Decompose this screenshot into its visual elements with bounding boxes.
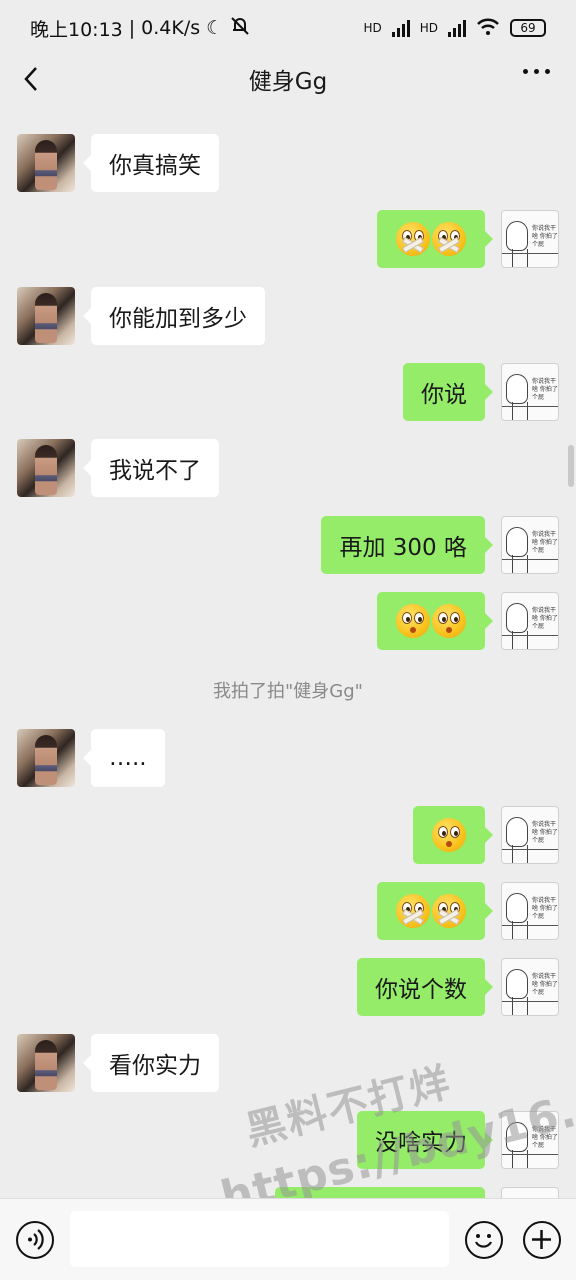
message-bubble[interactable]: 你能加到多少 bbox=[83, 287, 265, 345]
taped-mouth-emoji bbox=[432, 222, 466, 256]
smile-icon bbox=[474, 1234, 493, 1248]
chevron-left-icon bbox=[24, 67, 37, 91]
message-row: 你说我干啥 你拍了个屁 你说 bbox=[0, 363, 576, 423]
system-message: 我拍了拍"健身Gg" bbox=[213, 681, 363, 702]
message-bubble[interactable]: 没啥实力 bbox=[357, 1111, 493, 1169]
signal-icon-2 bbox=[448, 19, 466, 37]
message-bubble[interactable] bbox=[377, 210, 493, 268]
message-row: 你说我干啥 你拍了个屁 再加 300 咯 bbox=[0, 516, 576, 576]
plus-icon bbox=[532, 1230, 551, 1249]
signal-icon-1 bbox=[391, 19, 410, 37]
message-row: 你能加到多少 bbox=[0, 287, 576, 347]
message-row: 看你实力 bbox=[0, 1034, 576, 1094]
message-row: 你真搞笑 bbox=[0, 134, 576, 194]
self-avatar[interactable]: 你说我干啥 你拍了个屁 bbox=[501, 1111, 559, 1169]
contact-avatar[interactable] bbox=[17, 134, 75, 192]
self-avatar[interactable] bbox=[501, 1187, 559, 1198]
message-row: 你说我干啥 你拍了个屁 bbox=[0, 882, 576, 942]
taped-mouth-emoji bbox=[432, 894, 466, 928]
message-bubble[interactable]: ….. bbox=[83, 729, 165, 787]
message-row: 你说我干啥 你拍了个屁 你说个数 bbox=[0, 958, 576, 1018]
message-bubble-partial[interactable] bbox=[275, 1187, 485, 1198]
chat-title: 健身Gg bbox=[248, 69, 328, 95]
message-bubble[interactable] bbox=[377, 592, 493, 650]
moon-icon: ☾ bbox=[206, 17, 224, 39]
wifi-icon bbox=[476, 18, 500, 39]
message-bubble[interactable]: 你说个数 bbox=[357, 958, 493, 1016]
mute-icon bbox=[229, 16, 251, 41]
message-bubble[interactable]: 你说 bbox=[403, 363, 493, 421]
message-bubble[interactable] bbox=[413, 806, 493, 864]
chat-header: 健身Gg bbox=[0, 56, 576, 102]
emoji-button[interactable] bbox=[465, 1221, 503, 1259]
message-list[interactable]: 你真搞笑 你说我干啥 你拍了个屁 你能加到多少 你说我干啥 你拍了个屁 你说 我… bbox=[0, 102, 576, 1198]
message-row: ….. bbox=[0, 729, 576, 789]
surprised-emoji bbox=[396, 604, 430, 638]
network-speed: 0.4K/s bbox=[141, 17, 201, 39]
self-avatar[interactable]: 你说我干啥 你拍了个屁 bbox=[501, 516, 559, 574]
status-time: 晚上10:13 bbox=[30, 18, 123, 41]
self-avatar[interactable]: 你说我干啥 你拍了个屁 bbox=[501, 806, 559, 864]
message-bubble[interactable]: 我说不了 bbox=[83, 439, 219, 497]
surprised-emoji bbox=[432, 818, 466, 852]
taped-mouth-emoji bbox=[396, 894, 430, 928]
message-input[interactable] bbox=[70, 1211, 449, 1267]
surprised-emoji bbox=[432, 604, 466, 638]
self-avatar[interactable]: 你说我干啥 你拍了个屁 bbox=[501, 958, 559, 1016]
status-right: HD HD 69 bbox=[363, 18, 546, 39]
status-left: 晚上10:13 | 0.4K/s ☾ bbox=[30, 15, 251, 42]
message-bubble[interactable]: 看你实力 bbox=[83, 1034, 219, 1092]
message-row: 你说我干啥 你拍了个屁 bbox=[0, 210, 576, 270]
self-avatar[interactable]: 你说我干啥 你拍了个屁 bbox=[501, 363, 559, 421]
message-row bbox=[0, 1187, 576, 1198]
more-options-button[interactable] bbox=[523, 69, 550, 74]
contact-avatar[interactable] bbox=[17, 439, 75, 497]
taped-mouth-emoji bbox=[396, 222, 430, 256]
hd-label-1: HD bbox=[363, 21, 382, 35]
message-bubble[interactable]: 你真搞笑 bbox=[83, 134, 219, 192]
message-row: 你说我干啥 你拍了个屁 没啥实力 bbox=[0, 1111, 576, 1171]
message-row: 你说我干啥 你拍了个屁 bbox=[0, 806, 576, 866]
message-row: 你说我干啥 你拍了个屁 bbox=[0, 592, 576, 652]
self-avatar[interactable]: 你说我干啥 你拍了个屁 bbox=[501, 882, 559, 940]
self-avatar[interactable]: 你说我干啥 你拍了个屁 bbox=[501, 592, 559, 650]
input-bar bbox=[0, 1198, 576, 1280]
battery-icon: 69 bbox=[510, 19, 546, 37]
status-bar: 晚上10:13 | 0.4K/s ☾ HD HD 69 bbox=[0, 0, 576, 56]
back-button[interactable] bbox=[18, 64, 48, 94]
message-row: 我说不了 bbox=[0, 439, 576, 499]
contact-avatar[interactable] bbox=[17, 1034, 75, 1092]
voice-button[interactable] bbox=[16, 1221, 54, 1259]
status-divider: | bbox=[128, 17, 136, 39]
more-functions-button[interactable] bbox=[523, 1221, 561, 1259]
message-bubble[interactable] bbox=[377, 882, 493, 940]
scrollbar[interactable] bbox=[568, 445, 574, 487]
contact-avatar[interactable] bbox=[17, 287, 75, 345]
hd-label-2: HD bbox=[419, 21, 438, 35]
message-bubble[interactable]: 再加 300 咯 bbox=[321, 516, 493, 574]
contact-avatar[interactable] bbox=[17, 729, 75, 787]
self-avatar[interactable]: 你说我干啥 你拍了个屁 bbox=[501, 210, 559, 268]
voice-icon bbox=[28, 1229, 44, 1250]
